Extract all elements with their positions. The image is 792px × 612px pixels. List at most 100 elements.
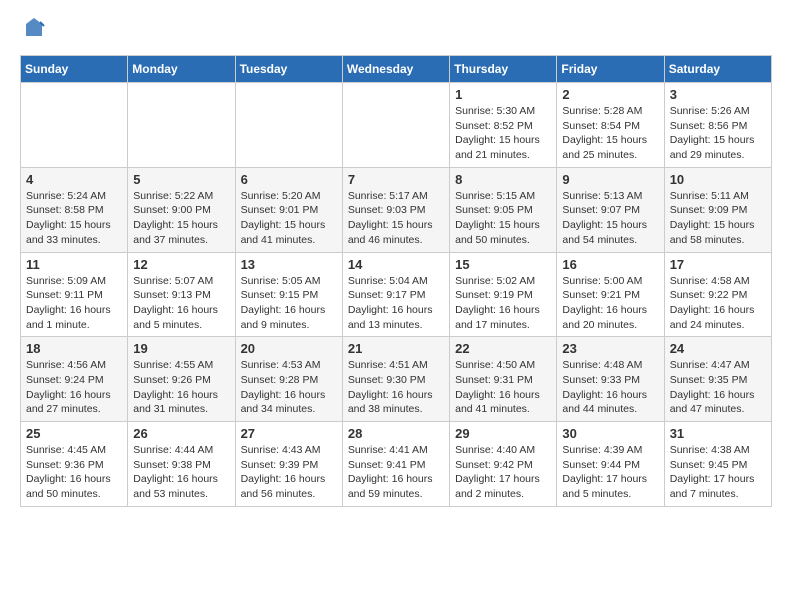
calendar-cell: 30 Sunrise: 4:39 AM Sunset: 9:44 PM Dayli… <box>557 422 664 507</box>
day-number: 18 <box>26 341 122 356</box>
calendar-cell: 10 Sunrise: 5:11 AM Sunset: 9:09 PM Dayli… <box>664 167 771 252</box>
day-number: 6 <box>241 172 337 187</box>
calendar-cell: 6 Sunrise: 5:20 AM Sunset: 9:01 PM Daylig… <box>235 167 342 252</box>
day-number: 4 <box>26 172 122 187</box>
day-info: Sunrise: 5:09 AM Sunset: 9:11 PM Dayligh… <box>26 274 122 333</box>
weekday-header-row: SundayMondayTuesdayWednesdayThursdayFrid… <box>21 56 772 83</box>
calendar-cell: 24Sunrise: 4:47 AM Sunset: 9:35 PM Dayli… <box>664 337 771 422</box>
calendar-week-row: 25 Sunrise: 4:45 AM Sunset: 9:36 PM Dayli… <box>21 422 772 507</box>
calendar-cell: 22Sunrise: 4:50 AM Sunset: 9:31 PM Dayli… <box>450 337 557 422</box>
calendar-cell: 1 Sunrise: 5:30 AM Sunset: 8:52 PM Daylig… <box>450 83 557 168</box>
day-info: Sunrise: 5:11 AM Sunset: 9:09 PM Dayligh… <box>670 189 766 248</box>
calendar-week-row: 11 Sunrise: 5:09 AM Sunset: 9:11 PM Dayli… <box>21 252 772 337</box>
calendar-cell: 15 Sunrise: 5:02 AM Sunset: 9:19 PM Dayli… <box>450 252 557 337</box>
day-number: 15 <box>455 257 551 272</box>
calendar-body: 1 Sunrise: 5:30 AM Sunset: 8:52 PM Daylig… <box>21 83 772 507</box>
day-info: Sunrise: 5:30 AM Sunset: 8:52 PM Dayligh… <box>455 104 551 163</box>
logo-icon <box>22 16 46 40</box>
day-info: Sunrise: 5:04 AM Sunset: 9:17 PM Dayligh… <box>348 274 444 333</box>
day-info: Sunrise: 5:02 AM Sunset: 9:19 PM Dayligh… <box>455 274 551 333</box>
day-info: Sunrise: 4:43 AM Sunset: 9:39 PM Dayligh… <box>241 443 337 502</box>
day-info: Sunrise: 5:22 AM Sunset: 9:00 PM Dayligh… <box>133 189 229 248</box>
calendar-cell: 21 Sunrise: 4:51 AM Sunset: 9:30 PM Dayli… <box>342 337 449 422</box>
calendar-cell <box>128 83 235 168</box>
day-number: 13 <box>241 257 337 272</box>
weekday-header-cell: Thursday <box>450 56 557 83</box>
day-number: 23 <box>562 341 658 356</box>
calendar-cell: 2 Sunrise: 5:28 AM Sunset: 8:54 PM Daylig… <box>557 83 664 168</box>
day-number: 31 <box>670 426 766 441</box>
calendar-cell: 23 Sunrise: 4:48 AM Sunset: 9:33 PM Dayli… <box>557 337 664 422</box>
day-number: 3 <box>670 87 766 102</box>
day-number: 27 <box>241 426 337 441</box>
calendar-week-row: 4Sunrise: 5:24 AM Sunset: 8:58 PM Daylig… <box>21 167 772 252</box>
weekday-header-cell: Sunday <box>21 56 128 83</box>
day-info: Sunrise: 4:45 AM Sunset: 9:36 PM Dayligh… <box>26 443 122 502</box>
calendar-cell: 31 Sunrise: 4:38 AM Sunset: 9:45 PM Dayli… <box>664 422 771 507</box>
day-info: Sunrise: 4:56 AM Sunset: 9:24 PM Dayligh… <box>26 358 122 417</box>
day-info: Sunrise: 5:20 AM Sunset: 9:01 PM Dayligh… <box>241 189 337 248</box>
calendar-cell: 12Sunrise: 5:07 AM Sunset: 9:13 PM Dayli… <box>128 252 235 337</box>
logo <box>20 20 46 45</box>
day-info: Sunrise: 4:40 AM Sunset: 9:42 PM Dayligh… <box>455 443 551 502</box>
weekday-header-cell: Tuesday <box>235 56 342 83</box>
calendar-cell: 11 Sunrise: 5:09 AM Sunset: 9:11 PM Dayli… <box>21 252 128 337</box>
day-info: Sunrise: 4:47 AM Sunset: 9:35 PM Dayligh… <box>670 358 766 417</box>
weekday-header-cell: Wednesday <box>342 56 449 83</box>
day-info: Sunrise: 4:53 AM Sunset: 9:28 PM Dayligh… <box>241 358 337 417</box>
weekday-header-cell: Friday <box>557 56 664 83</box>
day-number: 1 <box>455 87 551 102</box>
day-number: 10 <box>670 172 766 187</box>
calendar-cell: 28Sunrise: 4:41 AM Sunset: 9:41 PM Dayli… <box>342 422 449 507</box>
calendar-cell: 9Sunrise: 5:13 AM Sunset: 9:07 PM Daylig… <box>557 167 664 252</box>
calendar-cell: 4Sunrise: 5:24 AM Sunset: 8:58 PM Daylig… <box>21 167 128 252</box>
day-info: Sunrise: 5:05 AM Sunset: 9:15 PM Dayligh… <box>241 274 337 333</box>
calendar-cell: 20 Sunrise: 4:53 AM Sunset: 9:28 PM Dayli… <box>235 337 342 422</box>
calendar-cell: 8 Sunrise: 5:15 AM Sunset: 9:05 PM Daylig… <box>450 167 557 252</box>
calendar-cell: 19 Sunrise: 4:55 AM Sunset: 9:26 PM Dayli… <box>128 337 235 422</box>
day-number: 11 <box>26 257 122 272</box>
day-number: 12 <box>133 257 229 272</box>
calendar-cell <box>342 83 449 168</box>
calendar-cell: 14Sunrise: 5:04 AM Sunset: 9:17 PM Dayli… <box>342 252 449 337</box>
day-info: Sunrise: 4:39 AM Sunset: 9:44 PM Dayligh… <box>562 443 658 502</box>
day-info: Sunrise: 4:48 AM Sunset: 9:33 PM Dayligh… <box>562 358 658 417</box>
day-number: 26 <box>133 426 229 441</box>
calendar-cell: 7Sunrise: 5:17 AM Sunset: 9:03 PM Daylig… <box>342 167 449 252</box>
calendar-cell <box>21 83 128 168</box>
day-number: 8 <box>455 172 551 187</box>
day-info: Sunrise: 4:51 AM Sunset: 9:30 PM Dayligh… <box>348 358 444 417</box>
day-number: 29 <box>455 426 551 441</box>
calendar-table: SundayMondayTuesdayWednesdayThursdayFrid… <box>20 55 772 507</box>
day-number: 17 <box>670 257 766 272</box>
weekday-header-cell: Saturday <box>664 56 771 83</box>
day-info: Sunrise: 4:58 AM Sunset: 9:22 PM Dayligh… <box>670 274 766 333</box>
day-number: 2 <box>562 87 658 102</box>
day-number: 19 <box>133 341 229 356</box>
day-number: 30 <box>562 426 658 441</box>
day-number: 5 <box>133 172 229 187</box>
day-number: 9 <box>562 172 658 187</box>
calendar-cell: 18 Sunrise: 4:56 AM Sunset: 9:24 PM Dayli… <box>21 337 128 422</box>
day-number: 16 <box>562 257 658 272</box>
page-header <box>20 20 772 45</box>
calendar-cell: 5 Sunrise: 5:22 AM Sunset: 9:00 PM Daylig… <box>128 167 235 252</box>
calendar-cell: 25 Sunrise: 4:45 AM Sunset: 9:36 PM Dayli… <box>21 422 128 507</box>
day-number: 21 <box>348 341 444 356</box>
day-info: Sunrise: 5:28 AM Sunset: 8:54 PM Dayligh… <box>562 104 658 163</box>
day-info: Sunrise: 4:38 AM Sunset: 9:45 PM Dayligh… <box>670 443 766 502</box>
calendar-cell: 17 Sunrise: 4:58 AM Sunset: 9:22 PM Dayli… <box>664 252 771 337</box>
calendar-cell: 26 Sunrise: 4:44 AM Sunset: 9:38 PM Dayli… <box>128 422 235 507</box>
day-number: 20 <box>241 341 337 356</box>
day-number: 25 <box>26 426 122 441</box>
calendar-week-row: 1 Sunrise: 5:30 AM Sunset: 8:52 PM Daylig… <box>21 83 772 168</box>
calendar-cell: 3 Sunrise: 5:26 AM Sunset: 8:56 PM Daylig… <box>664 83 771 168</box>
calendar-cell: 13 Sunrise: 5:05 AM Sunset: 9:15 PM Dayli… <box>235 252 342 337</box>
calendar-cell: 16 Sunrise: 5:00 AM Sunset: 9:21 PM Dayli… <box>557 252 664 337</box>
day-info: Sunrise: 4:44 AM Sunset: 9:38 PM Dayligh… <box>133 443 229 502</box>
day-info: Sunrise: 4:55 AM Sunset: 9:26 PM Dayligh… <box>133 358 229 417</box>
day-info: Sunrise: 5:26 AM Sunset: 8:56 PM Dayligh… <box>670 104 766 163</box>
day-number: 28 <box>348 426 444 441</box>
day-info: Sunrise: 5:15 AM Sunset: 9:05 PM Dayligh… <box>455 189 551 248</box>
day-info: Sunrise: 5:00 AM Sunset: 9:21 PM Dayligh… <box>562 274 658 333</box>
